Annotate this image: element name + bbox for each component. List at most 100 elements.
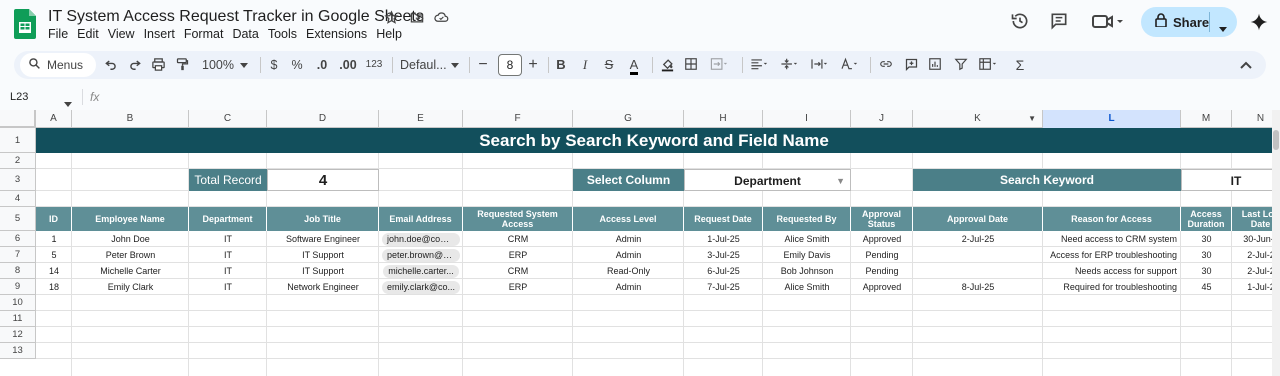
currency-format[interactable]: $ — [268, 55, 280, 75]
table-cell[interactable]: peter.brown@com... — [379, 247, 463, 263]
table-cell[interactable]: 8-Jul-25 — [913, 279, 1043, 295]
table-cell[interactable]: Admin — [573, 247, 684, 263]
search-keyword-input[interactable]: IT — [1181, 169, 1272, 191]
table-cell[interactable]: 1-Jul-2 — [1232, 279, 1272, 295]
fill-color-icon[interactable] — [660, 55, 676, 75]
table-cell[interactable]: Michelle Carter — [72, 263, 189, 279]
font-family-select[interactable]: Defaul... — [400, 55, 447, 75]
column-header-a[interactable]: A — [36, 110, 72, 128]
email-chip[interactable]: emily.clark@co... — [382, 280, 460, 294]
menu-edit[interactable]: Edit — [77, 27, 104, 41]
zoom-value[interactable]: 100% — [202, 55, 234, 75]
functions-icon[interactable]: Σ — [1012, 55, 1028, 75]
cloud-saved-icon[interactable] — [433, 10, 449, 26]
table-cell[interactable]: Approved — [851, 279, 913, 295]
more-formats[interactable]: 123 — [364, 55, 384, 75]
scrollbar-thumb[interactable] — [1273, 130, 1279, 150]
email-chip[interactable]: john.doe@comp... — [382, 232, 460, 246]
insert-comment-icon[interactable] — [904, 55, 922, 75]
chevron-down-icon[interactable]: ▼ — [836, 170, 845, 192]
row-header-1[interactable]: 1 — [0, 128, 36, 153]
email-chip[interactable]: peter.brown@com... — [382, 248, 460, 262]
table-cell[interactable]: 45 — [1181, 279, 1232, 295]
row-header-8[interactable]: 8 — [0, 263, 36, 279]
zoom-dropdown-icon[interactable] — [240, 55, 250, 75]
menu-data[interactable]: Data — [232, 27, 263, 41]
select-column-dropdown[interactable]: Department ▼ — [684, 169, 851, 191]
table-cell[interactable]: Software Engineer — [267, 231, 379, 247]
table-cell[interactable]: CRM — [463, 231, 573, 247]
table-cell[interactable]: 1 — [36, 231, 72, 247]
column-header-n[interactable]: N — [1232, 110, 1272, 128]
table-cell[interactable]: Access for ERP troubleshooting — [1043, 247, 1181, 263]
column-header-b[interactable]: B — [72, 110, 189, 128]
bold-icon[interactable]: B — [554, 55, 568, 75]
table-cell[interactable]: Approved — [851, 231, 913, 247]
table-cell[interactable]: IT — [189, 231, 267, 247]
table-cell[interactable]: CRM — [463, 263, 573, 279]
increase-decimal[interactable]: .00 — [338, 55, 358, 75]
total-record-value[interactable]: 4 — [267, 169, 379, 191]
table-cell[interactable]: Needs access for support — [1043, 263, 1181, 279]
text-rotation-icon[interactable] — [838, 55, 862, 75]
move-folder-icon[interactable] — [409, 10, 425, 26]
text-color-icon[interactable]: A — [626, 55, 642, 75]
menu-insert[interactable]: Insert — [144, 27, 180, 41]
table-cell[interactable]: Network Engineer — [267, 279, 379, 295]
font-dropdown-icon[interactable] — [451, 55, 461, 75]
row-header-7[interactable]: 7 — [0, 247, 36, 263]
table-cell[interactable]: ERP — [463, 279, 573, 295]
row-header-6[interactable]: 6 — [0, 231, 36, 247]
table-cell[interactable]: IT Support — [267, 263, 379, 279]
table-cell[interactable]: 2-Jul-2 — [1232, 247, 1272, 263]
horizontal-align-icon[interactable] — [748, 55, 772, 75]
row-header-4[interactable]: 4 — [0, 191, 36, 207]
menu-view[interactable]: View — [108, 27, 140, 41]
table-cell[interactable]: emily.clark@co... — [379, 279, 463, 295]
table-cell[interactable]: michelle.carter... — [379, 263, 463, 279]
table-cell[interactable]: Pending — [851, 263, 913, 279]
column-header-m[interactable]: M — [1181, 110, 1232, 128]
font-size-increase-icon[interactable]: + — [526, 55, 540, 75]
menu-extensions[interactable]: Extensions — [306, 27, 372, 41]
decrease-decimal[interactable]: .0 — [314, 55, 330, 75]
share-dropdown-icon[interactable] — [1219, 19, 1227, 37]
row-header-12[interactable]: 12 — [0, 327, 36, 343]
print-icon[interactable] — [151, 55, 167, 75]
collapse-toolbar-icon[interactable] — [1240, 55, 1256, 75]
text-wrapping-icon[interactable] — [808, 55, 832, 75]
table-cell[interactable]: John Doe — [72, 231, 189, 247]
table-cell[interactable]: IT — [189, 247, 267, 263]
italic-icon[interactable]: I — [578, 55, 592, 75]
table-cell[interactable]: 6-Jul-25 — [684, 263, 763, 279]
table-cell[interactable]: Admin — [573, 279, 684, 295]
table-cell[interactable]: Bob Johnson — [763, 263, 851, 279]
menus-search[interactable]: Menus — [20, 53, 96, 77]
meet-icon[interactable] — [1091, 11, 1123, 33]
column-header-h[interactable]: H — [684, 110, 763, 128]
row-header-2[interactable]: 2 — [0, 153, 36, 169]
table-cell[interactable]: IT — [189, 279, 267, 295]
table-cell[interactable]: 30-Jun-2 — [1232, 231, 1272, 247]
table-cell[interactable]: IT — [189, 263, 267, 279]
table-cell[interactable]: 30 — [1181, 247, 1232, 263]
strikethrough-icon[interactable]: S — [602, 55, 616, 75]
column-header-f[interactable]: F — [463, 110, 573, 128]
table-cell[interactable]: 2-Jul-25 — [913, 231, 1043, 247]
filter-views-icon[interactable] — [976, 55, 1004, 75]
table-cell[interactable]: Alice Smith — [763, 279, 851, 295]
menu-file[interactable]: File — [48, 27, 73, 41]
insert-chart-icon[interactable] — [928, 55, 946, 75]
table-cell[interactable]: 7-Jul-25 — [684, 279, 763, 295]
undo-icon[interactable] — [104, 55, 120, 75]
table-cell[interactable] — [913, 263, 1043, 279]
row-header-11[interactable]: 11 — [0, 311, 36, 327]
filter-icon[interactable] — [954, 55, 970, 75]
column-header-k[interactable]: K ▼ — [913, 110, 1043, 128]
table-cell[interactable]: 2-Jul-2 — [1232, 263, 1272, 279]
table-cell[interactable]: Admin — [573, 231, 684, 247]
row-header-13[interactable]: 13 — [0, 343, 36, 359]
row-header-3[interactable]: 3 — [0, 169, 36, 191]
column-header-g[interactable]: G — [573, 110, 684, 128]
table-cell[interactable]: Required for troubleshooting — [1043, 279, 1181, 295]
